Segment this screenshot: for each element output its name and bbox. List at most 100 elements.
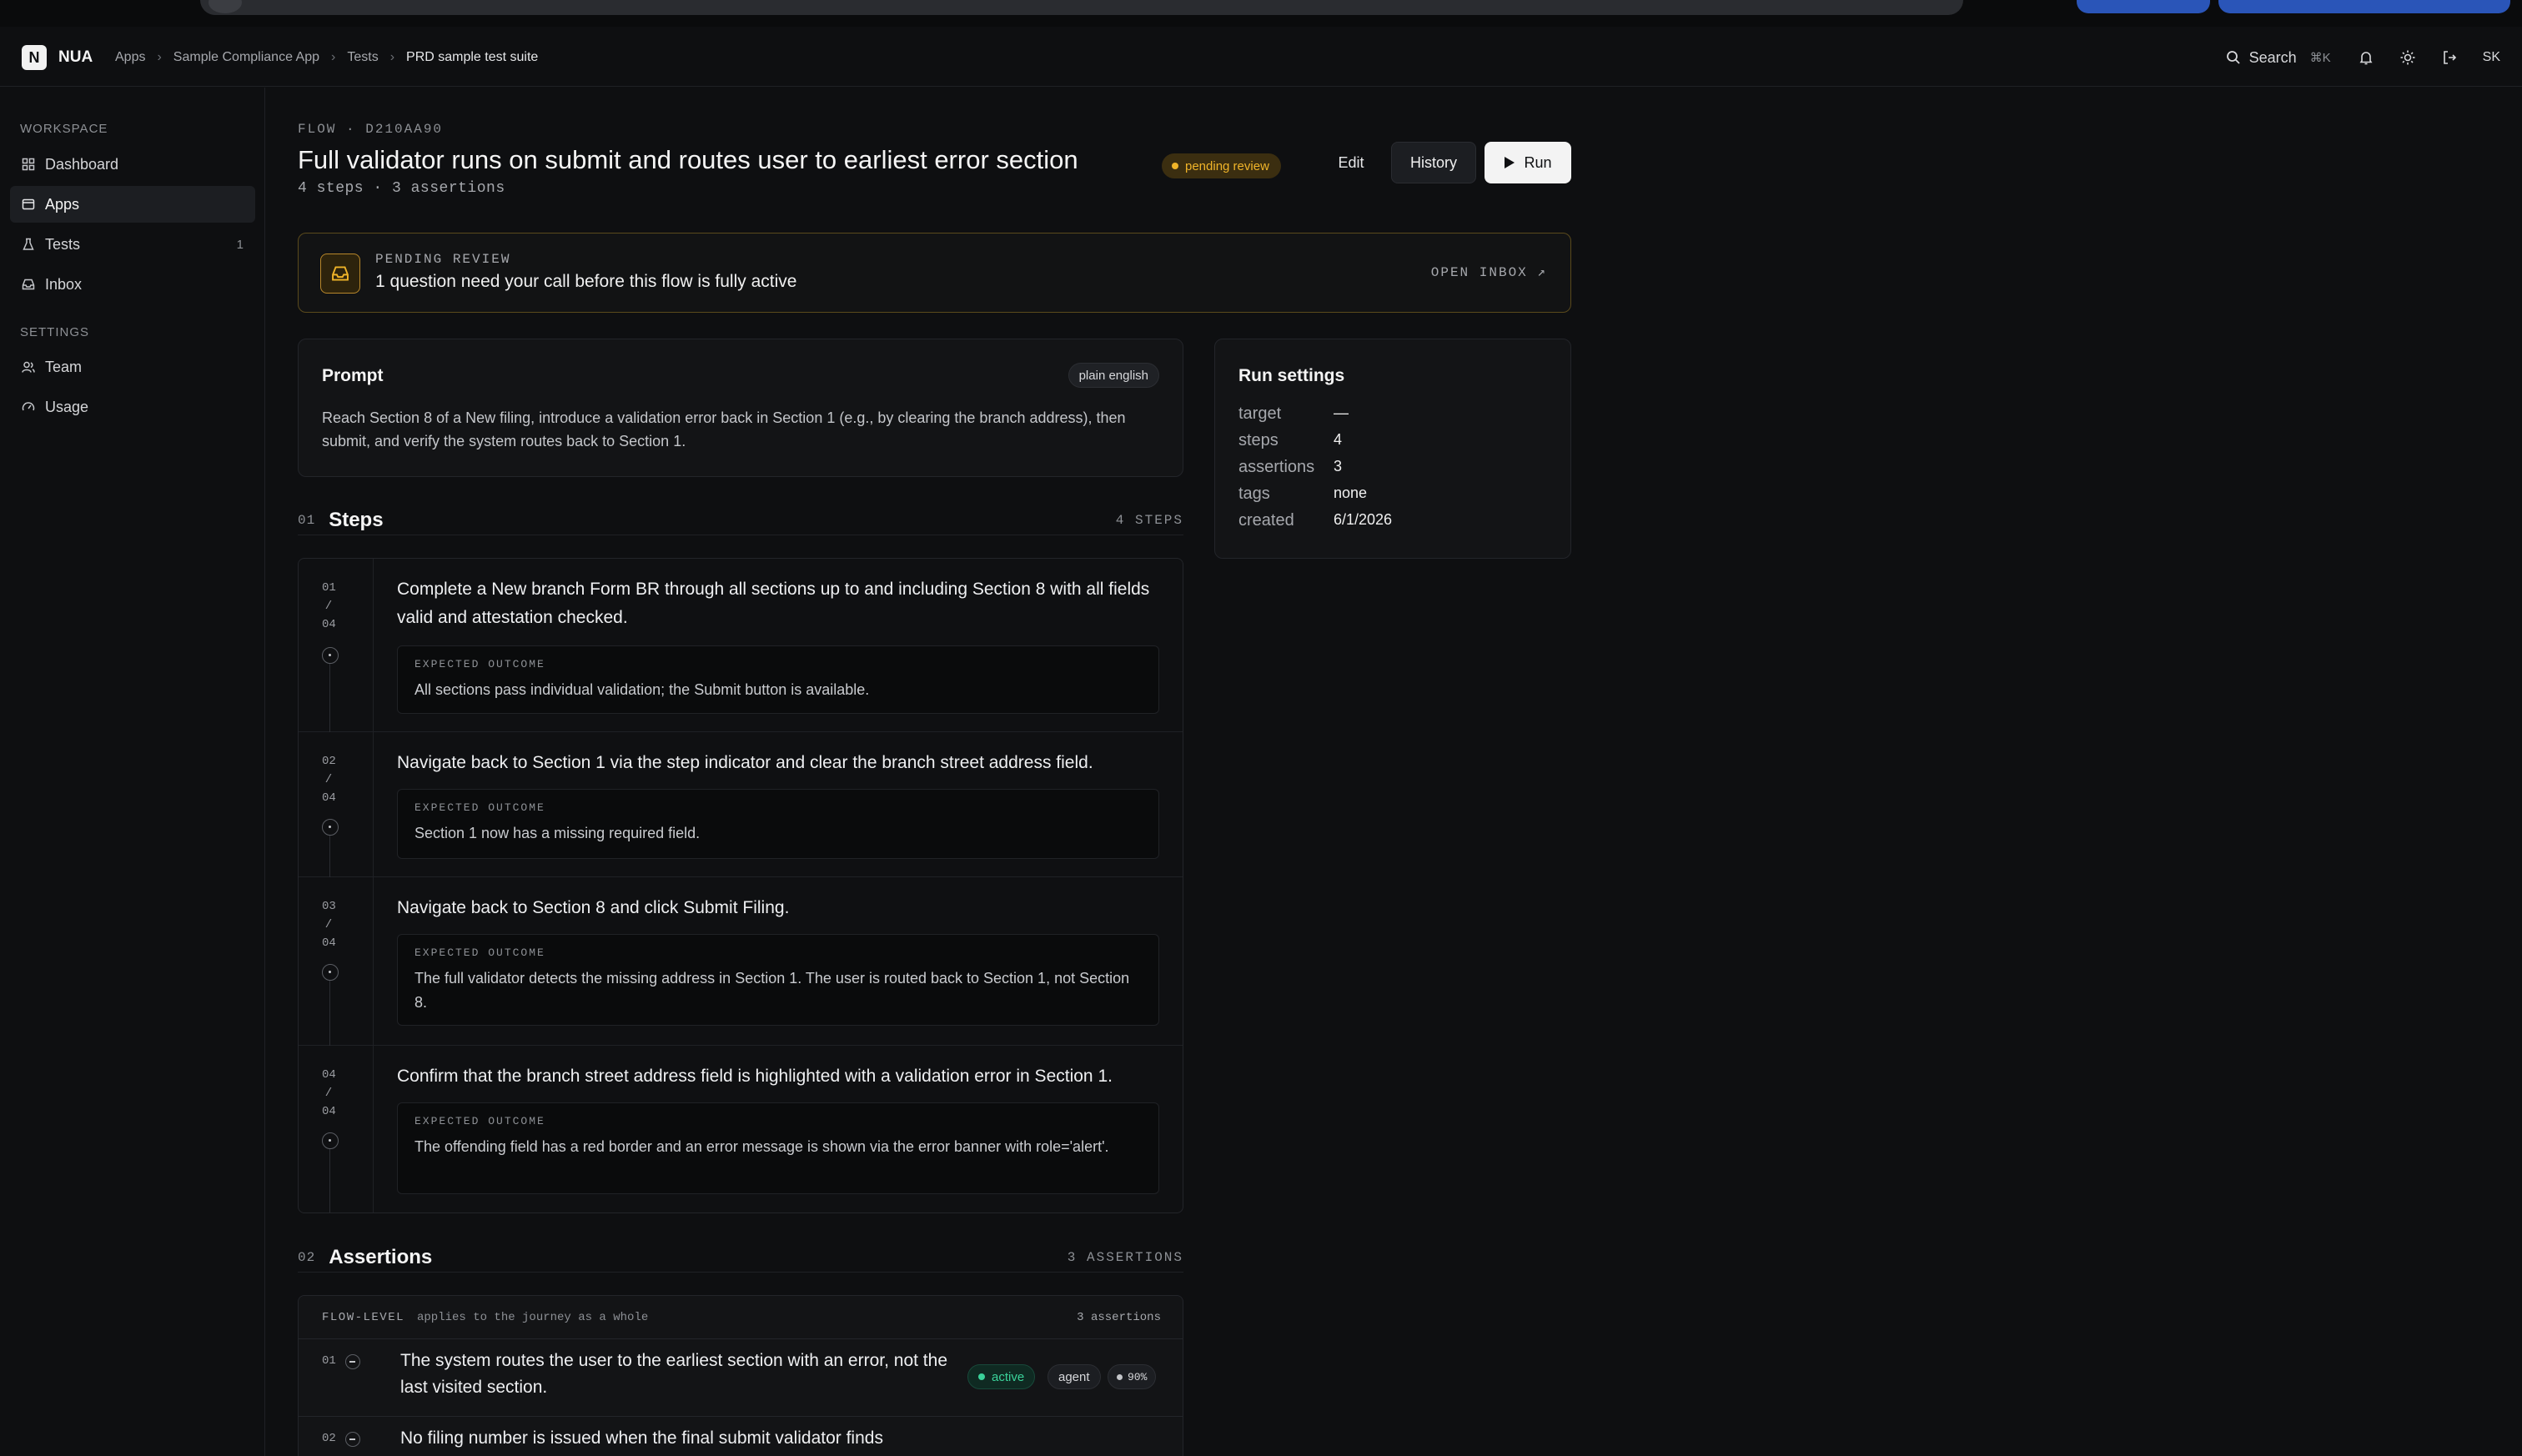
top-nav: N NUA Apps › Sample Compliance App › Tes… [0, 27, 2522, 87]
address-bar[interactable] [200, 0, 1963, 15]
confidence-dot-icon [1117, 1373, 1123, 1380]
edit-button[interactable]: Edit [1319, 142, 1383, 183]
logout-icon[interactable] [2441, 49, 2458, 66]
step-gutter [299, 559, 374, 731]
section-title: Steps [329, 508, 384, 531]
sidebar-item-label: Tests [45, 235, 81, 253]
expected-outcome-text: The offending field has a red border and… [414, 1138, 1109, 1155]
step-gutter [299, 877, 374, 1045]
expected-outcome-text: All sections pass individual validation;… [414, 681, 870, 698]
assertion-text: The system routes the user to the earlie… [400, 1351, 947, 1397]
breadcrumb: Apps › Sample Compliance App › Tests › P… [115, 45, 538, 70]
section-count: 3 ASSERTIONS [1067, 1249, 1183, 1265]
sidebar-item-tests[interactable]: Tests 1 [10, 226, 255, 263]
inbox-icon [320, 254, 360, 294]
status-dot-icon [1172, 163, 1178, 169]
chevron-right-icon: › [157, 50, 162, 64]
banner-label: PENDING REVIEW [375, 252, 511, 267]
breadcrumb-current: PRD sample test suite [406, 50, 539, 64]
step-item[interactable]: 01/04 Complete a New branch Form BR thro… [299, 559, 1183, 732]
run-setting-value: 6/1/2026 [1334, 511, 1393, 528]
assertion-text: No filing number is issued when the fina… [400, 1428, 883, 1448]
step-connector [329, 836, 330, 877]
logo-icon[interactable]: N [22, 45, 47, 70]
step-connector [329, 981, 330, 1046]
search-icon [2226, 51, 2240, 64]
step-item[interactable]: 04/04 Confirm that the branch street add… [299, 1046, 1183, 1212]
step-connector [329, 664, 330, 732]
flow-id: FLOW · D210AA90 [298, 122, 444, 137]
sidebar-item-inbox[interactable]: Inbox [10, 266, 255, 303]
history-button[interactable]: History [1391, 142, 1476, 183]
step-index: 02/04 [322, 755, 336, 805]
sidebar-item-team[interactable]: Team [10, 349, 255, 385]
run-settings-title: Run settings [1238, 366, 1345, 385]
status-badge: pending review [1162, 153, 1281, 178]
expected-outcome-label: EXPECTED OUTCOME [414, 801, 545, 814]
step-text: Confirm that the branch street address f… [397, 1067, 1113, 1086]
sidebar-item-usage[interactable]: Usage [10, 389, 255, 425]
expected-outcome-label: EXPECTED OUTCOME [414, 658, 545, 670]
assertion-number: 02 [322, 1432, 336, 1445]
run-setting-value: 3 [1334, 458, 1343, 474]
run-setting-row: tags none [1238, 484, 1367, 504]
app-name[interactable]: NUA [58, 45, 93, 70]
window-icon [22, 198, 35, 210]
sidebar-item-apps[interactable]: Apps [10, 186, 255, 223]
step-node-icon [322, 964, 339, 981]
step-text: Complete a New branch Form BR through al… [397, 580, 1150, 627]
grid-icon [22, 158, 35, 171]
run-setting-value: 4 [1334, 431, 1343, 448]
assertion-row[interactable]: 01 The system routes the user to the ear… [299, 1339, 1183, 1416]
step-item[interactable]: 03/04 Navigate back to Section 8 and cli… [299, 877, 1183, 1046]
assertion-number: 01 [322, 1354, 336, 1368]
run-button[interactable]: Run [1485, 142, 1571, 183]
prompt-card: Prompt plain english Reach Section 8 of … [298, 339, 1183, 477]
sidebar-item-dashboard[interactable]: Dashboard [10, 146, 255, 183]
steps-list: 01/04 Complete a New branch Form BR thro… [298, 558, 1183, 1213]
open-inbox-link[interactable]: OPEN INBOX ↗ [1431, 264, 1547, 280]
sidebar-item-label: Inbox [45, 275, 83, 293]
breadcrumb-item[interactable]: Tests [347, 45, 378, 70]
search-shortcut: ⌘K [2309, 51, 2331, 65]
breadcrumb-item[interactable]: Apps [115, 45, 145, 70]
step-index: 03/04 [322, 900, 336, 950]
extension-button[interactable] [2077, 0, 2210, 13]
section-number: 02 [298, 1249, 316, 1265]
assertion-kind-badge: agent [1047, 1364, 1101, 1389]
nav-actions: Search ⌘K SK [2226, 45, 2522, 70]
step-text: Navigate back to Section 8 and click Sub… [397, 898, 790, 917]
step-gutter [299, 1046, 374, 1212]
search-button[interactable]: Search ⌘K [2226, 49, 2331, 67]
step-index: 01/04 [322, 581, 336, 631]
minus-circle-icon[interactable] [345, 1354, 360, 1369]
sun-icon[interactable] [2399, 49, 2416, 66]
avatar[interactable]: SK [2483, 50, 2500, 65]
expected-outcome: EXPECTED OUTCOME Section 1 now has a mis… [397, 789, 1159, 859]
page-title: Full validator runs on submit and routes… [298, 145, 1078, 174]
status-dot-icon [978, 1373, 985, 1380]
prompt-text: Reach Section 8 of a New filing, introdu… [322, 409, 1126, 449]
status-badge-label: active [992, 1369, 1025, 1384]
run-button-label: Run [1524, 153, 1552, 171]
sidebar-item-label: Apps [45, 195, 80, 213]
assertion-row[interactable]: 02 No filing number is issued when the f… [299, 1416, 1183, 1456]
run-setting-row: target — [1238, 404, 1349, 424]
bell-icon[interactable] [2358, 49, 2374, 66]
browser-chrome [0, 0, 2522, 27]
confidence-badge: 90% [1108, 1364, 1157, 1389]
sidebar-section-label: WORKSPACE [20, 122, 108, 136]
run-setting-row: created 6/1/2026 [1238, 511, 1392, 530]
prompt-language-tag: plain english [1068, 363, 1159, 388]
sidebar-item-label: Dashboard [45, 155, 119, 173]
minus-circle-icon[interactable] [345, 1432, 360, 1447]
run-setting-key: tags [1238, 484, 1270, 503]
inbox-icon [22, 279, 35, 290]
breadcrumb-item[interactable]: Sample Compliance App [173, 45, 319, 70]
chevron-right-icon: › [389, 50, 395, 64]
status-badge: active [967, 1364, 1036, 1389]
expected-outcome: EXPECTED OUTCOME The offending field has… [397, 1102, 1159, 1194]
extension-button[interactable] [2218, 0, 2510, 13]
step-item[interactable]: 02/04 Navigate back to Section 1 via the… [299, 732, 1183, 877]
run-setting-key: created [1238, 511, 1294, 530]
